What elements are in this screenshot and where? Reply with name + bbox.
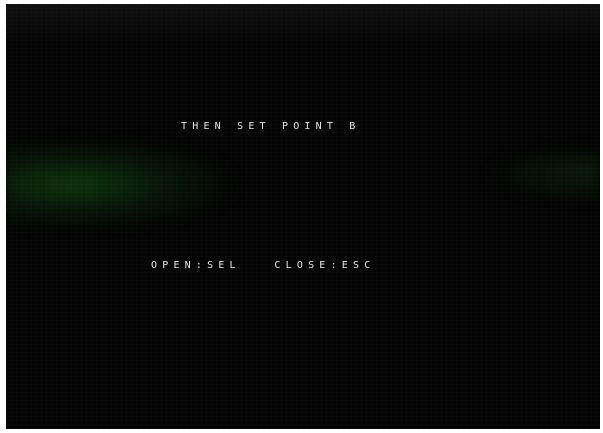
green-glow-left <box>6 139 236 229</box>
controls-hint: OPEN:SEL CLOSE:ESC <box>151 260 376 271</box>
green-glow-right <box>480 144 600 204</box>
top-vignette <box>6 4 600 44</box>
game-screen: THEN SET POINT B OPEN:SEL CLOSE:ESC <box>6 4 600 429</box>
instruction-text: THEN SET POINT B <box>181 121 361 132</box>
